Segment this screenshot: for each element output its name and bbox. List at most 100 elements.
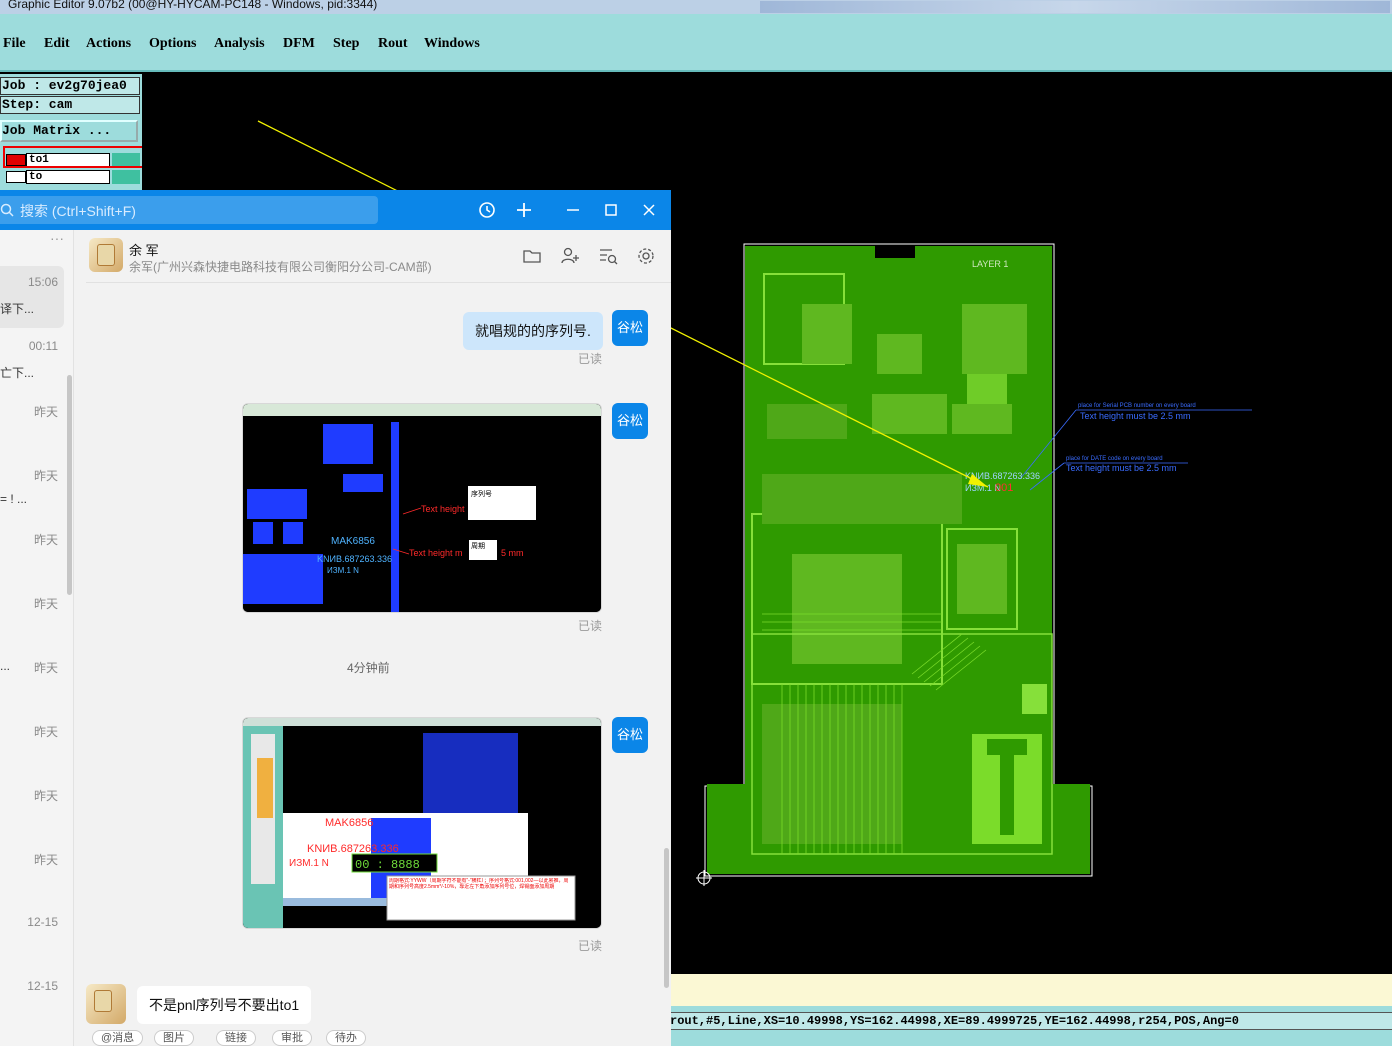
avatar[interactable]: [89, 238, 123, 272]
conversation-scrollbar[interactable]: [67, 375, 72, 595]
list-item[interactable]: 昨天: [0, 842, 64, 904]
menu-edit[interactable]: Edit: [44, 36, 70, 52]
message-bubble-outgoing[interactable]: 就唱规的的序列号.: [463, 312, 603, 350]
conv-time: 昨天: [33, 853, 58, 867]
status-line: rout,#5,Line,XS=10.49998,YS=162.44998,XE…: [670, 1012, 1392, 1030]
gear-icon[interactable]: [636, 246, 656, 266]
chat-window: 搜索 (Ctrl+Shift+F) ··· 15:06 译下... 00:11 …: [0, 190, 671, 1046]
img1-part: MAK6856: [331, 536, 375, 547]
layer-row-to[interactable]: to: [0, 170, 140, 184]
menu-windows[interactable]: Windows: [424, 36, 480, 52]
layer-status-cell: [112, 170, 140, 184]
link-chip[interactable]: 链接: [216, 1030, 256, 1046]
list-item[interactable]: 昨天: [0, 714, 64, 776]
img1-rev: ИЗМ.1 N: [327, 566, 359, 575]
cam-menubar: File Edit Actions Options Analysis DFM S…: [0, 14, 1392, 72]
list-item[interactable]: 昨天 = ! ...: [0, 458, 64, 520]
conv-time: 昨天: [33, 533, 58, 547]
menu-options[interactable]: Options: [149, 36, 196, 52]
list-item[interactable]: 昨天: [0, 522, 64, 584]
img2-note: 周期格式:YYWW（周期字符不能有“-”横杠）；序列号格式:001,002—以此…: [389, 878, 569, 890]
menu-file[interactable]: File: [3, 36, 26, 52]
search-icon: [0, 203, 14, 217]
add-member-icon[interactable]: [560, 246, 580, 266]
image-preview: MAK6856 KNИВ.687263.336 ИЗМ.1 N 00 : 888…: [243, 718, 601, 928]
conv-snippet: 亡下...: [0, 366, 35, 380]
img2-serial: KNИВ.687263.336: [307, 843, 399, 855]
conv-time: 昨天: [33, 789, 58, 803]
search-placeholder: 搜索 (Ctrl+Shift+F): [20, 203, 136, 219]
image-message[interactable]: MAK6856 KNИВ.687263.336 ИЗМ.1 N 00 : 888…: [242, 717, 602, 929]
pcb-layer-label: LAYER 1: [972, 259, 1008, 269]
img1-box1: 序列号: [471, 489, 492, 498]
list-item[interactable]: 12-15: [0, 970, 64, 1032]
job-label: Job : ev2g70jea0: [0, 77, 140, 95]
history-icon[interactable]: [475, 198, 499, 222]
list-item[interactable]: 昨天: [0, 778, 64, 840]
minimize-icon[interactable]: [561, 198, 585, 222]
step-label: Step: cam: [0, 96, 140, 114]
conv-time: 昨天: [33, 725, 58, 739]
message-bubble-incoming[interactable]: 不是pnl序列号不要出to1: [137, 986, 312, 1024]
message-scrollbar[interactable]: [664, 848, 669, 988]
menu-step[interactable]: Step: [333, 36, 359, 52]
note2-title: place for DATE code on every board: [1066, 456, 1163, 462]
list-item[interactable]: 昨天 ...: [0, 650, 64, 712]
conv-time: 昨天: [33, 661, 58, 675]
cam-bottom-panel: rout,#5,Line,XS=10.49998,YS=162.44998,XE…: [670, 974, 1392, 1046]
todo-chip[interactable]: 待办: [326, 1030, 366, 1046]
img2-part: MAK6856: [325, 817, 373, 829]
read-status: 已读: [578, 939, 603, 953]
menu-dfm[interactable]: DFM: [283, 36, 315, 52]
mention-chip[interactable]: @消息: [92, 1030, 144, 1046]
folder-icon[interactable]: [522, 246, 542, 266]
img2-digits: 00 : 8888: [355, 858, 420, 872]
more-dots-icon[interactable]: ···: [50, 230, 64, 246]
layer-color-swatch[interactable]: [6, 171, 26, 183]
menu-actions[interactable]: Actions: [86, 36, 131, 52]
search-history-icon[interactable]: [598, 246, 618, 266]
approval-chip[interactable]: 审批: [272, 1030, 312, 1046]
conv-snippet: 译下...: [0, 302, 35, 316]
avatar[interactable]: [86, 984, 126, 1024]
image-preview: 序列号 周期 Text height Text height m 5 mm MA…: [243, 404, 601, 612]
search-input[interactable]: 搜索 (Ctrl+Shift+F): [0, 196, 378, 224]
maximize-icon[interactable]: [599, 198, 623, 222]
my-avatar[interactable]: 谷松: [612, 403, 648, 439]
image-message[interactable]: 序列号 周期 Text height Text height m 5 mm MA…: [242, 403, 602, 613]
img1-label2: Text height m: [409, 548, 463, 558]
chat-titlebar: 搜索 (Ctrl+Shift+F): [0, 190, 671, 230]
time-separator: 4分钟前: [347, 661, 390, 675]
cam-title-bar: Graphic Editor 9.07b2 (00@HY-HYCAM-PC148…: [0, 0, 1392, 14]
taskbar-strip: [760, 1, 1390, 13]
cam-left-panel: Job : ev2g70jea0 Step: cam Job Matrix ..…: [0, 74, 142, 194]
my-avatar[interactable]: 谷松: [612, 310, 648, 346]
list-item[interactable]: 12-15: [0, 906, 64, 968]
plus-icon[interactable]: [512, 198, 536, 222]
close-icon[interactable]: [637, 198, 661, 222]
header-divider: [86, 282, 671, 283]
layer-name[interactable]: to: [26, 170, 110, 184]
list-item[interactable]: 昨天: [0, 586, 64, 648]
list-item[interactable]: 15:06 译下...: [0, 266, 64, 328]
message-area: [670, 974, 1392, 1006]
conv-time: 昨天: [33, 469, 58, 483]
image-chip[interactable]: 图片: [154, 1030, 194, 1046]
img1-box2: 周期: [471, 542, 485, 550]
note1-text: Text height must be 2.5 mm: [1080, 411, 1191, 421]
conv-time: 昨天: [33, 597, 58, 611]
menu-rout[interactable]: Rout: [378, 36, 408, 52]
serial-red: 001: [995, 482, 1013, 494]
img1-label1: Text height: [421, 504, 465, 514]
note2-text: Text height must be 2.5 mm: [1066, 463, 1177, 473]
list-item[interactable]: 00:11 亡下...: [0, 330, 64, 392]
list-item[interactable]: 昨天: [0, 394, 64, 456]
job-matrix-button[interactable]: Job Matrix ...: [0, 120, 138, 142]
contact-name: 余 军: [129, 243, 159, 258]
conv-snippet: = ! ...: [0, 492, 28, 506]
img1-serial: KNИВ.687263.336: [317, 554, 392, 564]
my-avatar[interactable]: 谷松: [612, 717, 648, 753]
chat-main: 余 军 余军(广州兴森快捷电路科技有限公司衡阳分公司-CAM部) 就唱规的的序列…: [74, 230, 671, 1046]
conv-time: 昨天: [33, 405, 58, 419]
menu-analysis[interactable]: Analysis: [214, 36, 265, 52]
